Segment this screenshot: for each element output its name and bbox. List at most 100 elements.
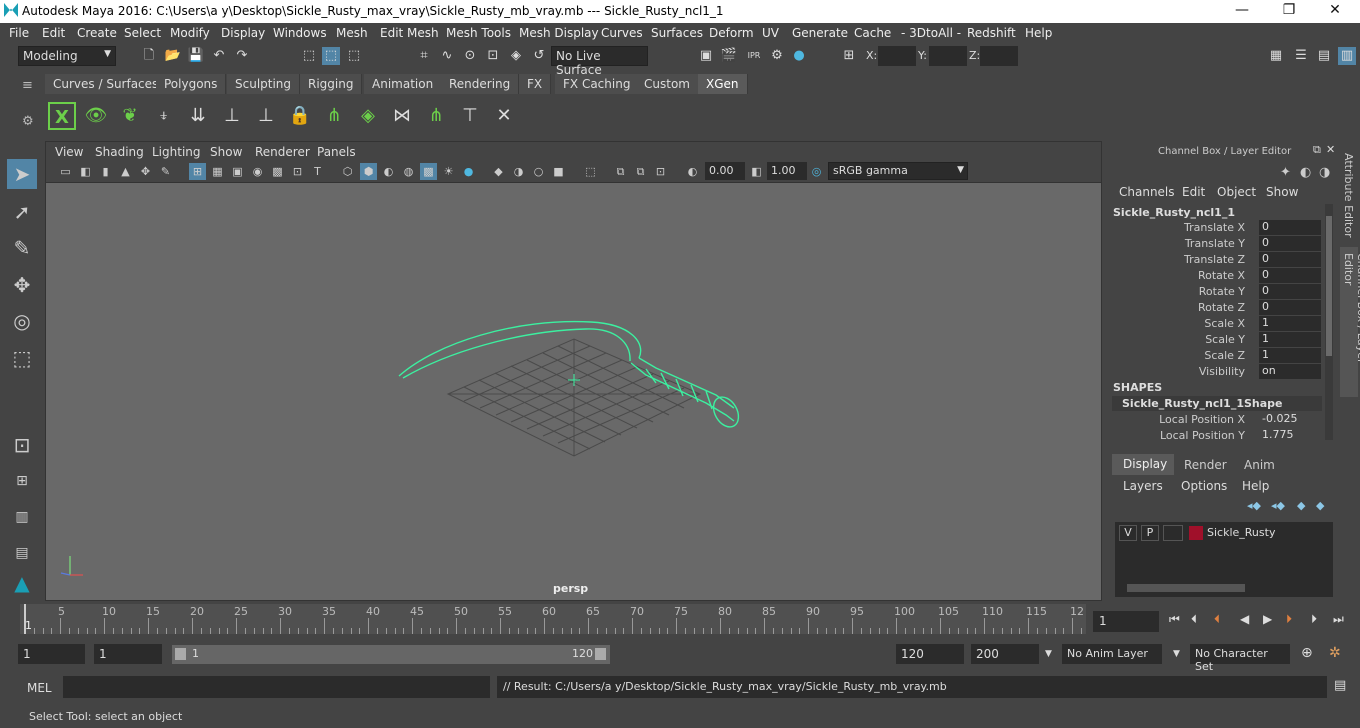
tab-polygons[interactable]: Polygons xyxy=(156,74,227,94)
menu-edit-mesh[interactable]: Edit Mesh xyxy=(380,26,439,40)
channel-row[interactable]: Local Position X -0.025 xyxy=(1107,412,1325,428)
channel-box-tab[interactable]: Channel Box / Layer Editor xyxy=(1342,253,1360,397)
select-hierarchy-icon[interactable]: ⬚ xyxy=(300,47,318,65)
snap-surface-icon[interactable]: ◈ xyxy=(507,47,525,65)
go-to-end-icon[interactable]: ⏭ xyxy=(1333,612,1344,627)
frame-selection-icon[interactable]: ⧉ xyxy=(632,163,649,180)
render-settings-icon[interactable]: ⚙ xyxy=(768,47,786,65)
options-menu[interactable]: Options xyxy=(1181,479,1227,493)
menu-help[interactable]: Help xyxy=(1025,26,1052,40)
move-guide-icon[interactable]: ⇊ xyxy=(184,102,212,130)
ipr-render-icon[interactable]: IPR xyxy=(745,47,763,65)
tab-xgen[interactable]: XGen xyxy=(698,74,748,94)
step-forward-frame-icon[interactable]: ⏵ xyxy=(1286,612,1292,627)
attribute-editor-toggle-icon[interactable]: ☰ xyxy=(1292,47,1310,65)
modeling-toolkit-icon[interactable]: ▦ xyxy=(1267,47,1285,65)
render-view-icon[interactable]: ▣ xyxy=(697,47,715,65)
channel-value[interactable]: 0 xyxy=(1259,284,1321,299)
xgen-editor-icon[interactable]: X xyxy=(48,102,76,130)
new-layer-icon[interactable]: ◆ xyxy=(1297,499,1305,512)
menu-modify[interactable]: Modify xyxy=(170,26,210,40)
isolate-select-icon[interactable]: ◆ xyxy=(490,163,507,180)
layer-horizontal-scrollbar[interactable] xyxy=(1127,584,1245,592)
tab-custom[interactable]: Custom xyxy=(636,74,699,94)
play-backward-icon[interactable]: ◀ xyxy=(1240,612,1249,626)
channel-row[interactable]: Visibility on xyxy=(1107,364,1325,380)
snap-grid-icon[interactable]: ⌗ xyxy=(415,47,433,65)
guide-grass-icon[interactable]: ⋔ xyxy=(320,102,348,130)
exposure-input[interactable]: 0.00 xyxy=(705,162,745,180)
scrollbar-thumb[interactable] xyxy=(1326,216,1332,356)
vp-menu-panels[interactable]: Panels xyxy=(317,145,356,159)
chevron-down-icon[interactable]: ▼ xyxy=(1173,649,1180,659)
add-guide-icon[interactable]: ⍖ xyxy=(150,102,178,130)
menu-curves[interactable]: Curves xyxy=(601,26,643,40)
guide-cv-icon[interactable]: ⊥ xyxy=(252,102,280,130)
tool-settings-toggle-icon[interactable]: ▤ xyxy=(1315,47,1333,65)
close-panel-icon[interactable]: ✕ xyxy=(1326,143,1335,156)
tab-animation[interactable]: Animation xyxy=(364,74,443,94)
channel-value[interactable]: -0.025 xyxy=(1259,412,1321,427)
menu-create[interactable]: Create xyxy=(77,26,117,40)
channels-menu[interactable]: Channels xyxy=(1119,185,1175,199)
vp-menu-shading[interactable]: Shading xyxy=(95,145,144,159)
menu-cache[interactable]: Cache xyxy=(854,26,891,40)
channel-value[interactable]: 0 xyxy=(1259,220,1321,235)
single-view-layout-icon[interactable]: ⊡ xyxy=(7,430,37,460)
lock-guide-icon[interactable]: 🔒 xyxy=(286,102,314,130)
channel-row[interactable]: Rotate X 0 xyxy=(1107,268,1325,284)
menu-mesh-tools[interactable]: Mesh Tools xyxy=(446,26,511,40)
menu-windows[interactable]: Windows xyxy=(273,26,327,40)
exposure-icon[interactable]: ◐ xyxy=(684,163,701,180)
insert-guide-icon[interactable]: ⊥ xyxy=(218,102,246,130)
select-tool-icon[interactable]: ➤ xyxy=(7,159,37,189)
gate-mask-icon[interactable]: ◉ xyxy=(249,163,266,180)
channel-scrollbar[interactable] xyxy=(1325,204,1333,440)
textured-icon[interactable]: ◍ xyxy=(400,163,417,180)
script-editor-icon[interactable]: ▤ xyxy=(1334,678,1346,693)
two-view-layout-icon[interactable]: ▥ xyxy=(7,502,37,532)
new-scene-icon[interactable]: 🗋 xyxy=(140,47,158,65)
bookmark-icon[interactable]: ▮ xyxy=(97,163,114,180)
paint-select-tool-icon[interactable]: ✎ xyxy=(7,233,37,263)
channel-value[interactable]: on xyxy=(1259,364,1321,379)
vp-menu-lighting[interactable]: Lighting xyxy=(152,145,201,159)
camera-icon[interactable]: ▭ xyxy=(57,163,74,180)
film-gate-icon[interactable]: ▦ xyxy=(209,163,226,180)
time-slider[interactable]: 5 10 15 20 25 30 35 40 45 50 55 60 65 70 75 80 85 90 95 100… xyxy=(20,604,1086,634)
layer-visibility-toggle[interactable]: V xyxy=(1119,525,1137,541)
layer-name[interactable]: Sickle_Rusty xyxy=(1207,526,1275,539)
outliner-layout-icon[interactable]: ▤ xyxy=(7,538,37,568)
render-frame-icon[interactable]: 🎬 xyxy=(720,47,738,65)
menu-edit[interactable]: Edit xyxy=(42,26,65,40)
animation-preferences-icon[interactable]: ✲ xyxy=(1329,645,1341,661)
shelf-settings-icon[interactable]: ⚙ xyxy=(22,114,36,129)
channel-box-sync-icon[interactable]: ◐ xyxy=(1300,165,1311,180)
color-space-dropdown[interactable]: sRGB gamma ▼ xyxy=(828,162,968,180)
tab-sculpting[interactable]: Sculpting xyxy=(227,74,301,94)
save-scene-icon[interactable]: 💾 xyxy=(187,47,205,65)
vp-menu-view[interactable]: View xyxy=(55,145,83,159)
maximize-button[interactable]: ❐ xyxy=(1277,2,1301,18)
chevron-down-icon[interactable]: ▼ xyxy=(1045,649,1052,659)
channel-row[interactable]: Translate Y 0 xyxy=(1107,236,1325,252)
channel-row[interactable]: Scale Y 1 xyxy=(1107,332,1325,348)
channel-row[interactable]: Translate X 0 xyxy=(1107,220,1325,236)
menu-file[interactable]: File xyxy=(9,26,29,40)
tab-rendering[interactable]: Rendering xyxy=(441,74,520,94)
range-slider[interactable]: 1 120 xyxy=(172,645,610,664)
range-slider-end-handle[interactable] xyxy=(595,648,606,660)
move-tool-icon[interactable]: ✥ xyxy=(7,270,37,300)
menu-redshift[interactable]: Redshift xyxy=(967,26,1016,40)
2d-pan-icon[interactable]: ✥ xyxy=(137,163,154,180)
float-panel-icon[interactable]: ⧉ xyxy=(1313,143,1321,157)
layer-tab-render[interactable]: Render xyxy=(1184,458,1227,472)
step-back-frame-icon[interactable]: ⏴ xyxy=(1214,612,1220,627)
snap-point-icon[interactable]: ⊙ xyxy=(461,47,479,65)
edit-menu[interactable]: Edit xyxy=(1182,185,1205,199)
menu-mesh[interactable]: Mesh xyxy=(336,26,368,40)
play-forward-icon[interactable]: ▶ xyxy=(1263,612,1272,626)
channel-row[interactable]: Rotate Y 0 xyxy=(1107,284,1325,300)
grid-toggle-icon[interactable]: ⊞ xyxy=(189,163,206,180)
redo-icon[interactable]: ↷ xyxy=(233,47,251,65)
